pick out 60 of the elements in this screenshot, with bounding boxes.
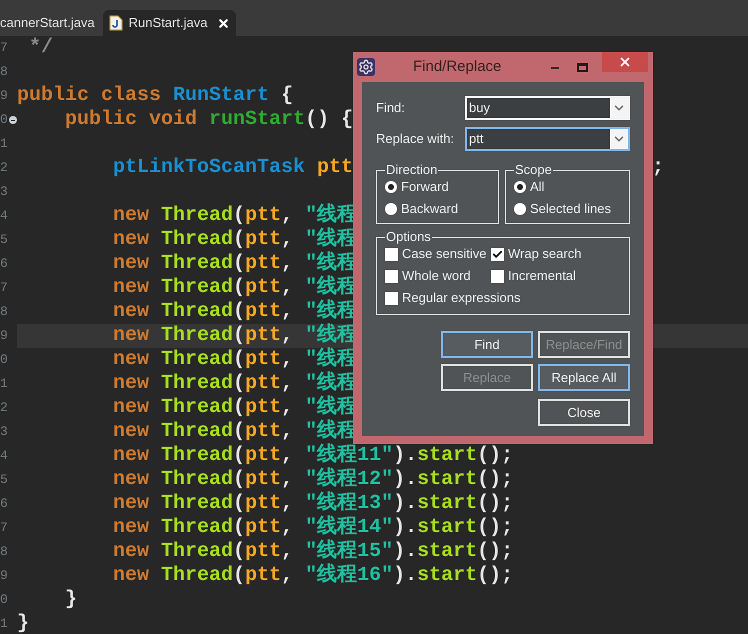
line-number: 9 [0,327,8,346]
radio-label: Selected lines [530,201,611,217]
checkbox[interactable] [491,270,504,282]
line-number: 1 [0,615,8,634]
line-number: 6 [0,495,8,514]
line-number: 7 [0,519,8,538]
line-number: 0 [0,351,8,370]
line-number: 2 [0,159,8,178]
line-number: 9 [0,87,8,106]
field-label: Replace with: [376,131,454,147]
line-number: 6 [0,255,8,274]
editor-tab[interactable]: RunStart.java [102,10,236,36]
fold-icon[interactable] [9,116,17,124]
line-number: 0 [0,111,8,130]
line-number: 5 [0,231,8,250]
radio-button[interactable] [385,181,397,193]
radio-button[interactable] [514,181,526,193]
radio-label: Backward [401,201,458,217]
gear-icon [357,58,375,76]
line-number: 4 [0,447,8,466]
tab-label: cannerStart.java [0,14,95,32]
check-icon [492,248,503,260]
radio-label: All [530,179,544,195]
field-value: ptt [467,129,610,149]
code-fragment: ; [652,156,664,180]
dialog-button[interactable]: Replace All [538,364,630,391]
close-button[interactable] [602,52,648,72]
field-value: buy [467,98,610,118]
line-number: 8 [0,63,8,82]
line-number: 1 [0,135,8,154]
combo-field[interactable]: ptt [465,127,630,151]
line-number: 2 [0,399,8,418]
combo-field[interactable]: buy [465,96,630,120]
file-icon [108,15,123,31]
checkbox[interactable] [385,270,398,282]
line-number: 5 [0,471,8,490]
line-number: 3 [0,423,8,442]
line-number: 8 [0,543,8,562]
line-number: 7 [0,279,8,298]
line-number: 3 [0,183,8,202]
line-number: 4 [0,207,8,226]
line-number: 1 [0,375,8,394]
radio-label: Forward [401,179,449,195]
checkbox[interactable] [385,248,398,260]
checkbox[interactable] [491,248,504,260]
line-number: 9 [0,567,8,586]
checkbox[interactable] [385,292,398,304]
line-number: 0 [0,591,8,610]
group-title: Direction [385,163,438,177]
group-title: Options [385,230,432,244]
radio-button[interactable] [514,203,526,215]
line-number: 8 [0,303,8,322]
maximize-icon[interactable] [577,62,588,72]
tab-label: RunStart.java [128,14,208,32]
radio-button[interactable] [385,203,397,215]
line-number: 7 [0,39,8,58]
close-dialog-button[interactable]: Close [538,399,630,426]
dialog-button[interactable]: Find [441,331,533,358]
close-icon[interactable] [217,16,230,30]
group-title: Scope [514,163,553,177]
